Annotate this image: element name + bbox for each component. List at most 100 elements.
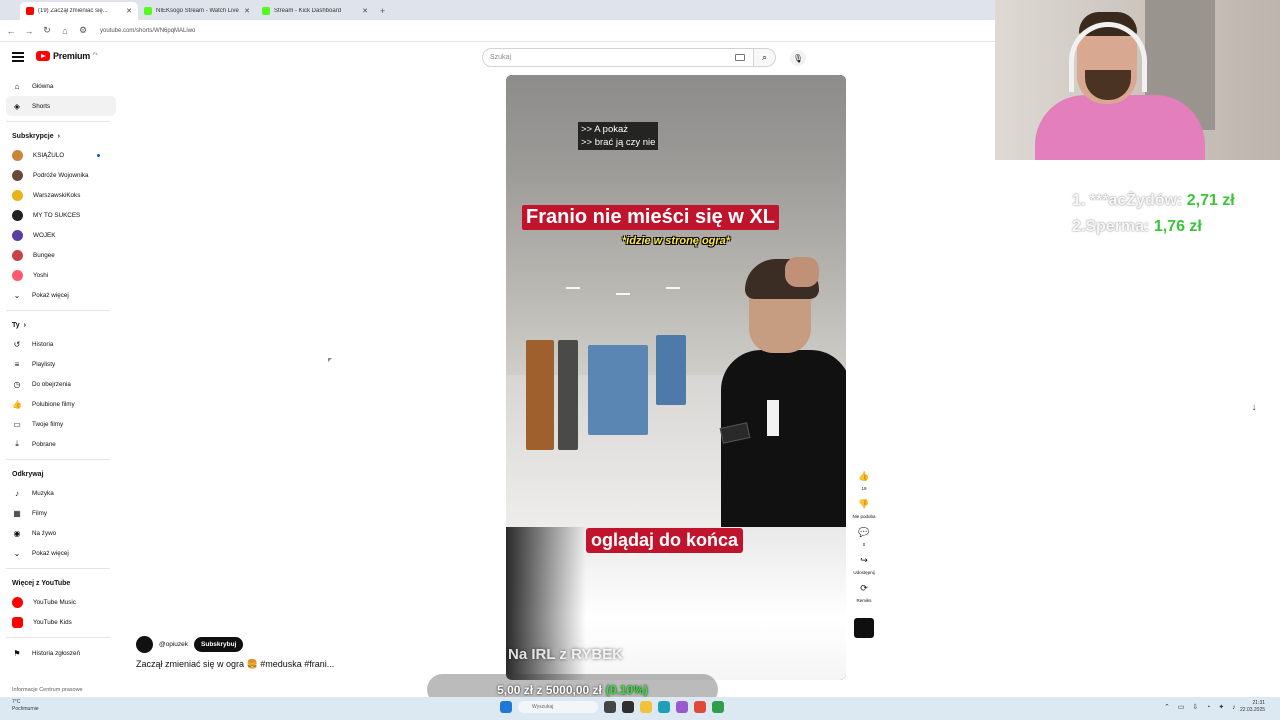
- sidebar-item-channel[interactable]: Podróże Wojownika: [6, 165, 116, 185]
- reload-icon[interactable]: ↻: [42, 25, 52, 36]
- browser-icon[interactable]: [676, 701, 688, 713]
- tab-title: Stream - Kick Dashboard: [274, 8, 342, 14]
- short-title[interactable]: Zaczął zmieniać się w ogra 🍔 #meduska #f…: [136, 659, 334, 670]
- home-icon[interactable]: ⌂: [60, 26, 70, 36]
- kick-favicon: [262, 7, 270, 15]
- share-button[interactable]: ↪ Udostępnij: [848, 552, 880, 576]
- next-short-button[interactable]: ↓: [1246, 399, 1262, 415]
- sound-thumbnail[interactable]: [848, 608, 880, 638]
- sidebar-item-label: MY TO SUKCES: [33, 211, 81, 219]
- subscribe-button[interactable]: Subskrybuj: [194, 637, 244, 652]
- clothes-rack: [588, 345, 648, 435]
- start-icon[interactable]: [500, 701, 512, 713]
- tab-kick-dashboard[interactable]: Stream - Kick Dashboard ✕: [256, 2, 374, 20]
- new-tab-button[interactable]: +: [374, 2, 391, 20]
- dislike-button[interactable]: 👎 Nie podoba: [848, 496, 880, 520]
- sidebar-item-label: Podróże Wojownika: [33, 171, 89, 179]
- close-icon[interactable]: ✕: [244, 7, 250, 15]
- subscriptions-header[interactable]: Subskrypcje ›: [6, 127, 116, 145]
- shorts-actions: 👍 19 👎 Nie podoba 💬 0 ↪ Udostępnij ⟳ Rem…: [848, 468, 880, 643]
- tab-kick-watch[interactable]: NIEKsogo Stream - Watch Live ✕: [138, 2, 256, 20]
- sidebar-item-your-videos[interactable]: ▭ Twoje filmy: [6, 414, 116, 434]
- sidebar-item-youtube-kids[interactable]: YouTube Kids: [6, 612, 116, 632]
- like-button[interactable]: 👍 19: [848, 468, 880, 492]
- sidebar-footer-links[interactable]: Informacje Centrum prasowe: [12, 687, 83, 693]
- address-bar: ← → ↻ ⌂ ⚙ youtube.com/shorts/WN6pqMALiwo: [0, 20, 995, 42]
- sidebar-item-watch-later[interactable]: ◷ Do obejrzenia: [6, 374, 116, 394]
- chevron-down-icon: ⌄: [13, 548, 21, 558]
- section-title: Odkrywaj: [12, 470, 44, 478]
- channel-avatar[interactable]: [136, 636, 153, 653]
- sidebar-item-live[interactable]: ◉ Na żywo: [6, 523, 116, 543]
- sidebar-item-label: Playlisty: [32, 360, 56, 368]
- hamburger-menu-icon[interactable]: [12, 52, 24, 62]
- search-button[interactable]: ⌕: [754, 48, 776, 67]
- sidebar-item-youtube-music[interactable]: YouTube Music: [6, 592, 116, 612]
- comments-button[interactable]: 💬 0: [848, 524, 880, 548]
- shorts-player[interactable]: >> A pokaż >> brać ją czy nie Franio nie…: [506, 75, 846, 680]
- browser-tab-bar: (19) Zaczął zmieniać się... ✕ NIEKsogo S…: [0, 0, 995, 20]
- sidebar-item-report-history[interactable]: ⚑ Historia zgłoszeń: [6, 643, 116, 663]
- youtube-logo[interactable]: Premium PL: [36, 51, 98, 61]
- sidebar-item-channel[interactable]: Bungee: [6, 245, 116, 265]
- stream-watermark: Na IRL z RYBEK: [508, 646, 624, 663]
- history-icon: ↺: [13, 339, 21, 349]
- divider: [6, 459, 110, 460]
- file-explorer-icon[interactable]: [640, 701, 652, 713]
- like-count: 19: [861, 486, 867, 491]
- app-icon[interactable]: [694, 701, 706, 713]
- leaderboard-row: 2.Sperma: 1,76 zł: [1072, 214, 1235, 240]
- goal-percent: (0.10%): [605, 682, 648, 697]
- sidebar-item-channel[interactable]: KSIĄŻULO: [6, 145, 116, 165]
- weather-desc: Pochmurnie: [12, 706, 39, 712]
- tab-youtube[interactable]: (19) Zaczął zmieniać się... ✕: [20, 2, 138, 20]
- taskbar-search[interactable]: Wyszukaj: [518, 701, 598, 713]
- sidebar-item-label: Twoje filmy: [32, 420, 64, 428]
- sidebar-item-label: Shorts: [32, 102, 51, 110]
- channel-name[interactable]: @opiuzek: [159, 641, 188, 648]
- sidebar-item-show-more[interactable]: ⌄ Pokaż więcej: [6, 543, 116, 563]
- site-info-icon[interactable]: ⚙: [78, 25, 88, 36]
- thumbs-up-icon: 👍: [858, 470, 870, 481]
- search-input[interactable]: Szukaj: [482, 48, 754, 67]
- sidebar-item-history[interactable]: ↺ Historia: [6, 334, 116, 354]
- sidebar-item-channel[interactable]: WarszawskiKoks: [6, 185, 116, 205]
- edge-icon[interactable]: [658, 701, 670, 713]
- voice-search-button[interactable]: 🎙: [790, 50, 806, 66]
- sidebar-item-channel[interactable]: WOJEK: [6, 225, 116, 245]
- sidebar-item-music[interactable]: ♪ Muzyka: [6, 483, 116, 503]
- obs-icon[interactable]: [622, 701, 634, 713]
- film-icon: ▦: [13, 508, 21, 518]
- logo-country: PL: [93, 51, 99, 56]
- sidebar-item-playlists[interactable]: ≡ Playlisty: [6, 354, 116, 374]
- sidebar-item-home[interactable]: ⌂ Główna: [6, 76, 116, 96]
- close-icon[interactable]: ✕: [362, 7, 368, 15]
- flag-icon: ⚑: [13, 648, 21, 658]
- task-view-icon[interactable]: [604, 701, 616, 713]
- divider: [6, 637, 110, 638]
- sidebar-item-show-more[interactable]: ⌄ Pokaż więcej: [6, 285, 116, 305]
- sidebar-item-liked[interactable]: 👍 Polubione filmy: [6, 394, 116, 414]
- sidebar-item-shorts[interactable]: ◈ Shorts: [6, 96, 116, 116]
- sidebar-item-films[interactable]: ▦ Filmy: [6, 503, 116, 523]
- back-icon[interactable]: ←: [6, 26, 16, 36]
- goal-text: 5,00 zł z 5000,00 zł: [497, 682, 602, 697]
- sidebar-item-channel[interactable]: MY TO SUKCES: [6, 205, 116, 225]
- channel-avatar: [12, 189, 23, 201]
- url-field[interactable]: youtube.com/shorts/WN6pqMALiwo: [100, 28, 195, 34]
- system-tray[interactable]: ⌃ ▭ ⇩ ◔ ✦ ♪: [1164, 703, 1239, 711]
- chrome-icon[interactable]: [712, 701, 724, 713]
- forward-icon[interactable]: →: [24, 26, 34, 36]
- sidebar-item-channel[interactable]: Yoshi: [6, 265, 116, 285]
- sidebar-item-downloads[interactable]: ⤓ Pobrane: [6, 434, 116, 454]
- clock[interactable]: 21:31 22.03.2025: [1240, 700, 1265, 714]
- sidebar-item-label: WOJEK: [33, 231, 56, 239]
- weather-widget[interactable]: 7°C Pochmurnie: [12, 699, 39, 713]
- close-icon[interactable]: ✕: [126, 7, 132, 15]
- sidebar-item-label: Pokaż więcej: [32, 291, 69, 299]
- you-header[interactable]: Ty ›: [6, 316, 116, 334]
- more-from-youtube-header: Więcej z YouTube: [6, 574, 116, 592]
- keyboard-icon[interactable]: [735, 54, 745, 61]
- remix-button[interactable]: ⟳ Remiks: [848, 580, 880, 604]
- video-subtitle-overlay: *idzie w stronę ogra*: [621, 235, 731, 247]
